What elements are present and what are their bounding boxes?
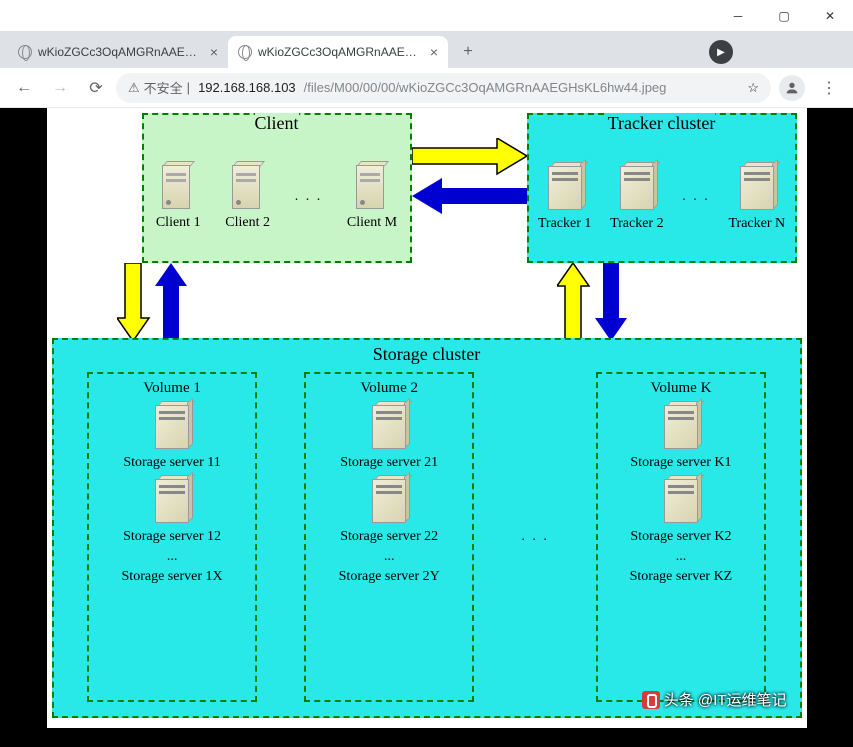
tab-title: wKioZGCc3OqAMGRnAAEGHs bbox=[258, 45, 424, 59]
server-icon bbox=[616, 162, 658, 214]
ellipsis: . . . bbox=[682, 189, 710, 205]
person-icon bbox=[784, 80, 800, 96]
server-icon bbox=[368, 401, 410, 453]
window-titlebar: ─ ▢ ✕ bbox=[0, 0, 853, 32]
watermark: 头条 @IT运维笔记 bbox=[642, 689, 787, 710]
ellipsis: ... bbox=[384, 549, 395, 565]
pc-icon bbox=[226, 163, 270, 213]
volume-box: Volume 2 Storage server 21 Storage serve… bbox=[304, 372, 474, 702]
window-minimize-button[interactable]: ─ bbox=[715, 0, 761, 32]
tracker-node: Tracker 2 bbox=[610, 162, 664, 232]
insecure-label: 不安全 bbox=[144, 78, 183, 97]
menu-button[interactable]: ⋮ bbox=[813, 72, 845, 104]
storage-node: Storage server 21 bbox=[340, 401, 438, 471]
pc-icon bbox=[350, 163, 394, 213]
ellipsis: . . . bbox=[295, 189, 323, 205]
browser-tab-1[interactable]: wKioZGCc3OqAMGRnAAEGHs × bbox=[228, 36, 448, 68]
client-cluster-title: Client bbox=[255, 113, 299, 134]
architecture-diagram: Client Client 1 Client 2 . . . Client M bbox=[47, 108, 807, 728]
ellipsis: . . . bbox=[521, 529, 549, 545]
page-viewport: Client Client 1 Client 2 . . . Client M bbox=[0, 108, 853, 747]
new-tab-button[interactable]: + bbox=[454, 38, 482, 66]
storage-node: Storage server 12 bbox=[123, 475, 221, 545]
window-maximize-button[interactable]: ▢ bbox=[761, 0, 807, 32]
pc-icon bbox=[156, 163, 200, 213]
globe-icon bbox=[238, 45, 252, 59]
server-icon bbox=[736, 162, 778, 214]
tracker-node: Tracker N bbox=[728, 162, 785, 232]
client-cluster: Client Client 1 Client 2 . . . Client M bbox=[142, 113, 412, 263]
server-icon bbox=[544, 162, 586, 214]
window-close-button[interactable]: ✕ bbox=[807, 0, 853, 32]
tracker-node: Tracker 1 bbox=[538, 162, 592, 232]
server-icon bbox=[660, 401, 702, 453]
volume-box: Volume 1 Storage server 11 Storage serve… bbox=[87, 372, 257, 702]
back-button[interactable]: ← bbox=[8, 72, 40, 104]
arrow-client-storage bbox=[117, 263, 187, 343]
tab-strip: wKioZGCc3OqAMGRnAAEGHs × wKioZGCc3OqAMGR… bbox=[0, 32, 853, 68]
volume-box: Volume K Storage server K1 Storage serve… bbox=[596, 372, 766, 702]
browser-tab-0[interactable]: wKioZGCc3OqAMGRnAAEGHs × bbox=[8, 36, 228, 68]
warning-icon: ⚠ bbox=[128, 80, 140, 96]
client-node: Client 2 bbox=[225, 163, 270, 231]
url-host: 192.168.168.103 bbox=[198, 80, 296, 95]
url-path: /files/M00/00/00/wKioZGCc3OqAMGRnAAEGHsK… bbox=[304, 80, 667, 95]
server-icon bbox=[660, 475, 702, 527]
reload-button[interactable]: ⟳ bbox=[80, 72, 112, 104]
volume-title: Volume 1 bbox=[143, 380, 201, 397]
browser-toolbar: ← → ⟳ ⚠ 不安全 | 192.168.168.103/files/M00/… bbox=[0, 68, 853, 108]
tracker-cluster-title: Tracker cluster bbox=[608, 113, 716, 134]
toutiao-icon bbox=[642, 691, 660, 709]
volume-title: Volume 2 bbox=[360, 380, 418, 397]
storage-node: Storage server K1 bbox=[630, 401, 731, 471]
arrow-client-tracker bbox=[412, 138, 527, 218]
address-bar[interactable]: ⚠ 不安全 | 192.168.168.103/files/M00/00/00/… bbox=[116, 73, 771, 103]
globe-icon bbox=[18, 45, 32, 59]
close-icon[interactable]: × bbox=[430, 44, 438, 60]
storage-node: Storage server K2 bbox=[630, 475, 731, 545]
star-icon[interactable]: ☆ bbox=[747, 80, 759, 96]
storage-last: Storage server 1X bbox=[122, 569, 223, 585]
watermark-text: 头条 @IT运维笔记 bbox=[664, 689, 787, 710]
ellipsis: ... bbox=[676, 549, 687, 565]
arrow-tracker-storage bbox=[557, 263, 627, 343]
storage-cluster-title: Storage cluster bbox=[373, 344, 480, 365]
storage-cluster: Storage cluster Volume 1 Storage server … bbox=[52, 338, 802, 718]
insecure-warning: ⚠ 不安全 | bbox=[128, 78, 190, 97]
client-node: Client M bbox=[347, 163, 397, 231]
ellipsis: ... bbox=[167, 549, 178, 565]
tab-title: wKioZGCc3OqAMGRnAAEGHs bbox=[38, 45, 204, 59]
tracker-cluster: Tracker cluster Tracker 1 Tracker 2 . . … bbox=[527, 113, 797, 263]
client-node: Client 1 bbox=[156, 163, 201, 231]
server-icon bbox=[151, 401, 193, 453]
storage-last: Storage server KZ bbox=[630, 569, 733, 585]
server-icon bbox=[151, 475, 193, 527]
server-icon bbox=[368, 475, 410, 527]
storage-node: Storage server 11 bbox=[123, 401, 220, 471]
storage-last: Storage server 2Y bbox=[339, 569, 440, 585]
close-icon[interactable]: × bbox=[210, 44, 218, 60]
media-control-icon[interactable]: ▶ bbox=[709, 40, 733, 64]
profile-button[interactable] bbox=[779, 75, 805, 101]
storage-node: Storage server 22 bbox=[340, 475, 438, 545]
volume-title: Volume K bbox=[650, 380, 711, 397]
forward-button[interactable]: → bbox=[44, 72, 76, 104]
